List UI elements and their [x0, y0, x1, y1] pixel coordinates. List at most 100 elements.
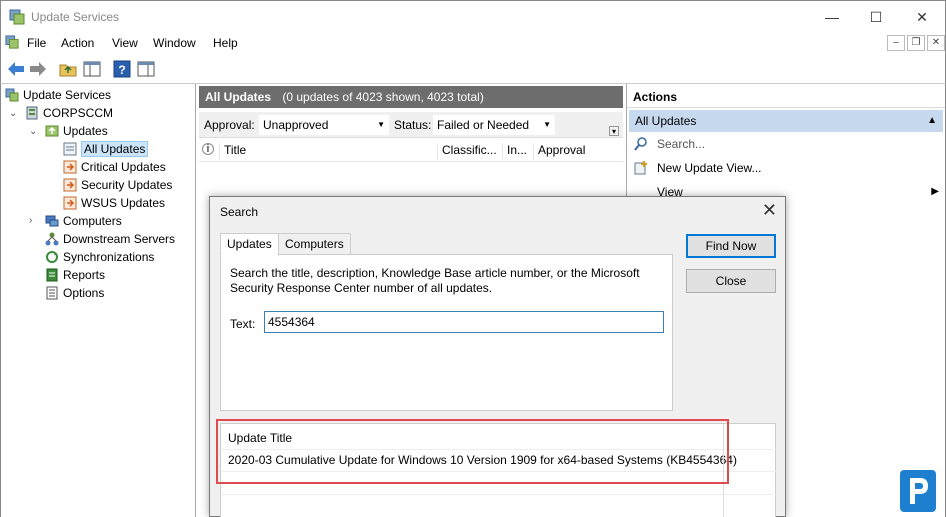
tree-label: Security Updates	[81, 178, 173, 192]
collapse-filter-icon[interactable]: ▾	[609, 126, 619, 136]
up-folder-icon[interactable]	[57, 58, 79, 80]
tree-label: Computers	[63, 214, 122, 228]
tree-label: All Updates	[81, 141, 149, 157]
window-title: Update Services	[31, 10, 120, 24]
forward-arrow-icon[interactable]	[27, 58, 49, 80]
status-value: Failed or Needed	[437, 118, 530, 132]
tab-computers[interactable]: Computers	[278, 233, 351, 255]
search-dialog: Search ✕ Updates Computers Search the ti…	[209, 196, 786, 517]
dropdown-arrow-icon: ▼	[543, 120, 551, 129]
options-icon	[46, 286, 58, 300]
window-titlebar: Update Services — ☐ ✕	[0, 0, 946, 32]
tree-item-server[interactable]: CORPSCCM	[25, 104, 113, 122]
mdi-close-button[interactable]: ✕	[927, 35, 945, 51]
tree-item-downstream-servers[interactable]: Downstream Servers	[45, 230, 175, 248]
back-arrow-icon[interactable]	[5, 58, 27, 80]
server-icon	[26, 106, 38, 120]
filter-bar: Approval: Unapproved ▼ Status: Failed or…	[199, 112, 623, 138]
tree-label: Options	[63, 286, 105, 300]
menu-action[interactable]: Action	[61, 36, 94, 50]
status-label: Status:	[394, 118, 432, 132]
tree-label: CORPSCCM	[43, 106, 114, 120]
navigation-tree: Update Services ⌄ CORPSCCM ⌄ Updates All…	[0, 84, 196, 517]
actions-section-label: All Updates	[635, 114, 697, 128]
menu-view[interactable]: View	[112, 36, 138, 50]
mdi-minimize-button[interactable]: –	[887, 35, 905, 51]
maximize-button[interactable]: ☐	[853, 1, 899, 33]
approval-dropdown[interactable]: Unapproved ▼	[259, 115, 389, 135]
update-services-icon	[5, 88, 19, 102]
text-label: Text:	[230, 317, 256, 331]
menu-file[interactable]: File	[27, 36, 46, 50]
show-hide-tree-icon[interactable]	[81, 58, 103, 80]
submenu-arrow-icon: ▶	[931, 186, 939, 197]
tree-label: Critical Updates	[81, 160, 166, 174]
tree-item-updates[interactable]: Updates	[45, 122, 108, 140]
approval-value: Unapproved	[263, 118, 329, 132]
column-title[interactable]: Title	[219, 143, 435, 159]
close-dialog-button[interactable]: Close	[686, 269, 776, 293]
update-count: (0 updates of 4023 shown, 4023 total)	[282, 90, 484, 104]
downstream-servers-icon	[45, 232, 59, 246]
tree-item-wsus-updates[interactable]: WSUS Updates	[63, 194, 165, 212]
menu-help[interactable]: Help	[213, 36, 238, 50]
action-search[interactable]: Search...	[633, 134, 705, 154]
computers-icon	[45, 215, 59, 227]
tree-label: Synchronizations	[63, 250, 155, 264]
info-icon: i	[202, 143, 214, 155]
dialog-close-icon[interactable]: ✕	[762, 200, 777, 221]
tab-updates[interactable]: Updates	[220, 233, 279, 256]
updates-tab-panel: Search the title, description, Knowledge…	[220, 254, 673, 411]
menu-window[interactable]: Window	[153, 36, 196, 50]
tree-item-reports[interactable]: Reports	[45, 266, 105, 284]
watermark-logo	[900, 470, 936, 512]
column-classification[interactable]: Classific...	[437, 143, 499, 159]
help-icon[interactable]: ?	[111, 58, 133, 80]
close-button[interactable]: ✕	[899, 1, 945, 33]
actions-section-all-updates[interactable]: All Updates ▲	[629, 110, 943, 132]
pane-header: All Updates (0 updates of 4023 shown, 40…	[199, 86, 623, 108]
menu-bar: File Action View Window Help – ❐ ✕	[0, 32, 946, 54]
column-approval[interactable]: Approval	[533, 143, 621, 159]
tree-item-security-updates[interactable]: Security Updates	[63, 176, 172, 194]
chevron-down-icon[interactable]: ⌄	[9, 108, 17, 119]
minimize-button[interactable]: —	[809, 1, 855, 33]
results-column-update-title[interactable]: Update Title	[228, 431, 292, 445]
chevron-down-icon[interactable]: ⌄	[29, 126, 37, 137]
update-view-icon	[63, 178, 77, 192]
tree-label: WSUS Updates	[81, 196, 166, 210]
tree-item-update-services[interactable]: Update Services	[5, 86, 111, 104]
toolbar: ?	[0, 54, 946, 84]
tree-item-computers[interactable]: Computers	[45, 212, 122, 230]
mdi-restore-button[interactable]: ❐	[907, 35, 925, 51]
tree-item-synchronizations[interactable]: Synchronizations	[45, 248, 154, 266]
show-hide-action-pane-icon[interactable]	[135, 58, 157, 80]
search-icon	[634, 137, 647, 151]
search-description: Search the title, description, Knowledge…	[230, 266, 640, 295]
updates-icon	[45, 125, 59, 137]
action-label: New Update View...	[657, 161, 762, 175]
update-services-icon	[5, 35, 19, 49]
result-row[interactable]: 2020-03 Cumulative Update for Windows 10…	[228, 453, 737, 467]
column-installed[interactable]: In...	[502, 143, 532, 159]
tree-label: Update Services	[23, 88, 112, 102]
reports-icon	[46, 268, 58, 282]
update-view-icon	[63, 196, 77, 210]
column-header: i Title Classific... In... Approval	[199, 140, 623, 162]
tree-label: Updates	[63, 124, 108, 138]
dropdown-arrow-icon: ▼	[377, 120, 385, 129]
new-view-icon	[634, 161, 647, 175]
find-now-button[interactable]: Find Now	[686, 234, 776, 258]
synchronizations-icon	[46, 251, 58, 263]
update-view-icon	[63, 142, 77, 156]
search-text-input[interactable]: 4554364	[264, 311, 664, 333]
svg-text:?: ?	[118, 63, 125, 77]
search-results-list: Update Title 2020-03 Cumulative Update f…	[220, 423, 777, 517]
tree-item-all-updates[interactable]: All Updates	[63, 140, 149, 158]
chevron-right-icon[interactable]: ›	[29, 215, 32, 226]
tree-item-options[interactable]: Options	[45, 284, 104, 302]
status-dropdown[interactable]: Failed or Needed ▼	[433, 115, 555, 135]
action-label: Search...	[657, 137, 706, 151]
action-new-update-view[interactable]: New Update View...	[633, 158, 762, 178]
tree-item-critical-updates[interactable]: Critical Updates	[63, 158, 166, 176]
